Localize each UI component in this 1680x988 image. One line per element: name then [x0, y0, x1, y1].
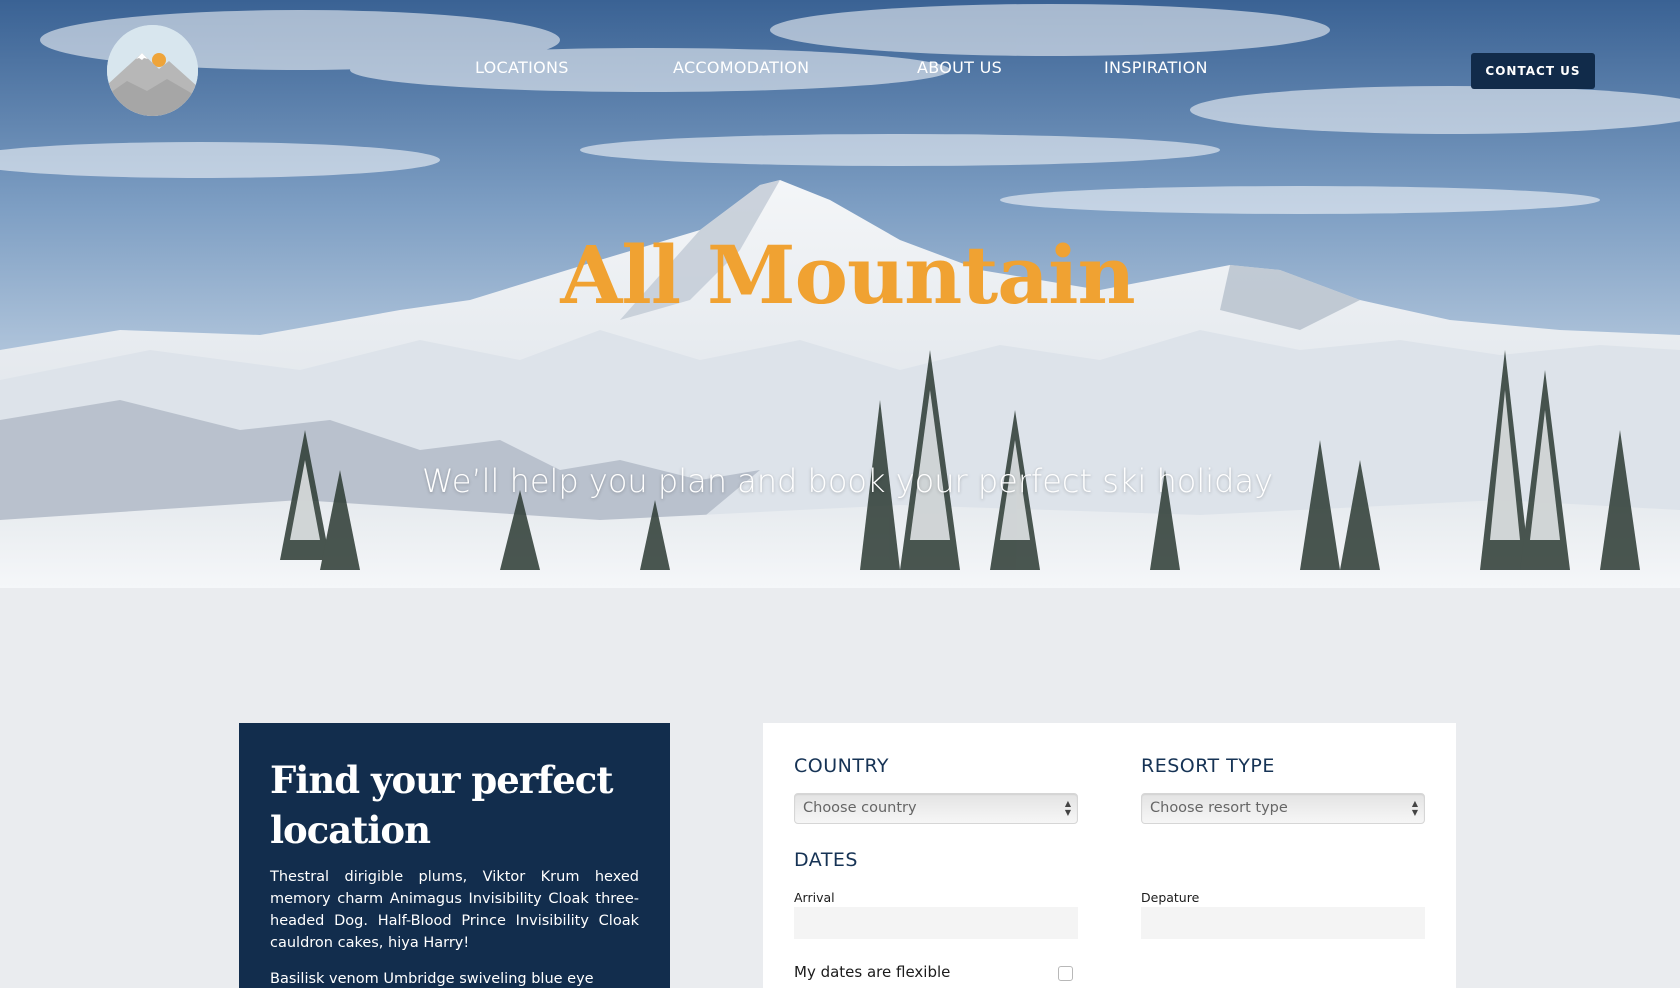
contact-us-button[interactable]: CONTACT US	[1471, 53, 1595, 89]
select-arrows-icon: ▲ ▼	[1064, 799, 1071, 817]
search-form: COUNTRY Choose country ▲ ▼ RESORT TYPE Ch…	[763, 723, 1456, 988]
find-heading-line2: location	[270, 808, 431, 852]
find-heading: Find your perfect location	[270, 755, 639, 855]
country-select-placeholder: Choose country	[803, 800, 917, 816]
nav-item-about-us[interactable]: ABOUT US	[917, 58, 1002, 77]
departure-date-input[interactable]	[1141, 907, 1425, 939]
hero-subtitle: We’ll help you plan and book your perfec…	[421, 462, 1273, 500]
find-paragraph-1: Thestral dirigible plums, Viktor Krum he…	[270, 869, 639, 951]
hero-banner: LOCATIONS ACCOMODATION ABOUT US INSPIRAT…	[0, 0, 1680, 588]
flexible-dates-checkbox[interactable]	[1058, 966, 1073, 981]
country-select[interactable]: Choose country ▲ ▼	[794, 793, 1078, 824]
dates-label: DATES	[794, 849, 858, 871]
resort-type-select-placeholder: Choose resort type	[1150, 800, 1288, 816]
find-location-card: Find your perfect location Thestral diri…	[239, 723, 670, 988]
resort-type-label: RESORT TYPE	[1141, 755, 1275, 777]
main-nav: LOCATIONS ACCOMODATION ABOUT US INSPIRAT…	[0, 58, 1680, 86]
find-paragraph-2: Basilisk venom Umbridge swiveling blue e…	[270, 971, 594, 987]
nav-item-accomodation[interactable]: ACCOMODATION	[673, 58, 809, 77]
nav-item-inspiration[interactable]: INSPIRATION	[1104, 58, 1208, 77]
find-heading-line1: Find your perfect	[270, 758, 613, 802]
arrival-label: Arrival	[794, 890, 835, 905]
arrival-date-input[interactable]	[794, 907, 1078, 939]
hero-title: All Mountain	[560, 228, 1135, 322]
nav-item-locations[interactable]: LOCATIONS	[475, 58, 569, 77]
select-arrows-icon: ▲ ▼	[1411, 799, 1418, 817]
departure-label: Depature	[1141, 890, 1200, 905]
resort-type-select[interactable]: Choose resort type ▲ ▼	[1141, 793, 1425, 824]
flexible-dates-label: My dates are flexible	[794, 963, 951, 981]
country-label: COUNTRY	[794, 755, 890, 777]
